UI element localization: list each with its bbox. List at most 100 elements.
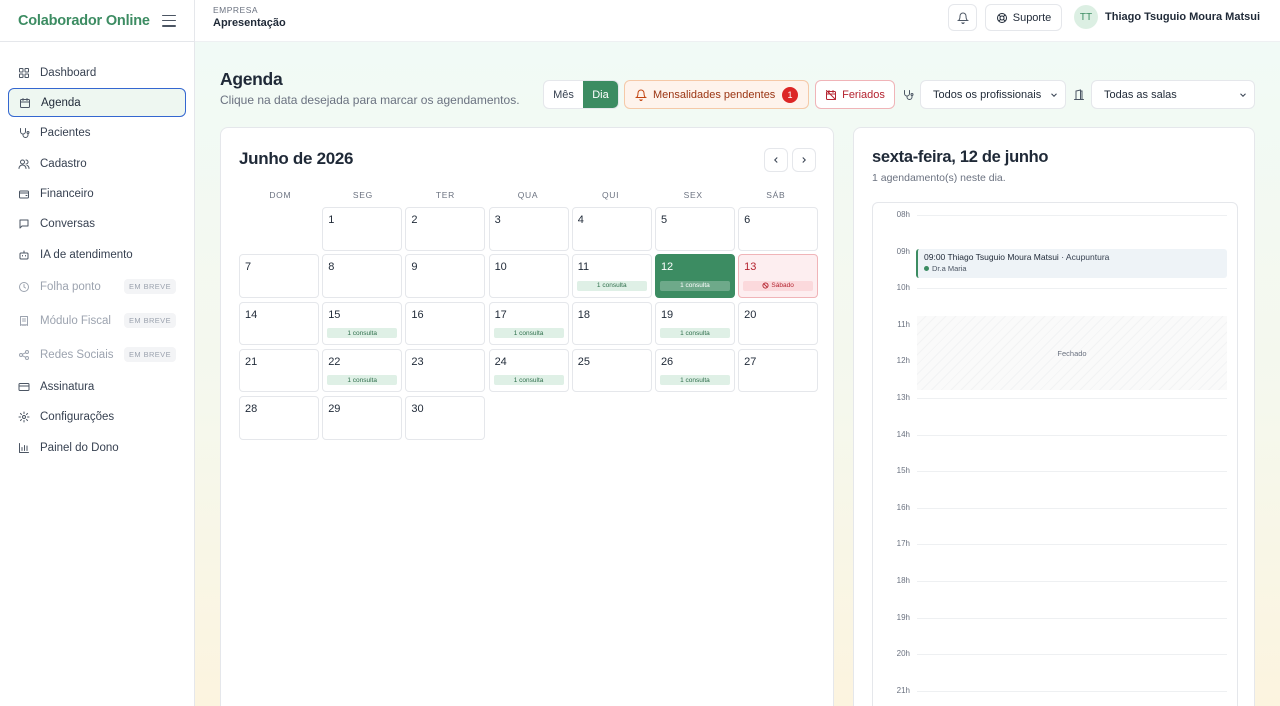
hamburger-menu-icon[interactable]	[162, 14, 176, 27]
day-number: 13	[744, 261, 757, 274]
sidebar-item-label: IA de atendimento	[40, 248, 133, 261]
previous-month-button[interactable]	[764, 148, 788, 172]
users-icon	[18, 158, 30, 170]
calendar-day-cell[interactable]: 25	[571, 348, 652, 393]
pending-fees-button[interactable]: Mensalidades pendentes 1	[624, 80, 809, 109]
appointment-block[interactable]: 09:00 Thiago Tsuguio Moura Matsui · Acup…	[916, 249, 1227, 278]
day-number: 23	[411, 355, 424, 368]
share-icon	[18, 349, 30, 361]
calendar-day-cell[interactable]: 26 1 consulta	[654, 348, 735, 393]
holidays-button[interactable]: Feriados	[815, 80, 895, 109]
calendar-day-cell[interactable]: 1	[322, 207, 403, 251]
hour-gridline	[917, 434, 1227, 436]
sidebar-item-modulo-fiscal[interactable]: Módulo Fiscal EM BREVE	[8, 305, 186, 338]
notifications-button[interactable]	[948, 4, 977, 31]
calendar-day-cell[interactable]: 2	[405, 207, 486, 251]
sidebar-item-folha-ponto[interactable]: Folha ponto EM BREVE	[8, 271, 186, 304]
brand-logo-text[interactable]: Colaborador Online	[18, 13, 150, 29]
calendar-day-cell[interactable]: 5	[654, 207, 735, 251]
day-number: 16	[411, 308, 424, 321]
sidebar-item-label: Redes Sociais	[40, 348, 114, 361]
professional-filter-select[interactable]: Todos os profissionais	[920, 80, 1066, 109]
day-badge: Sábado	[743, 280, 814, 291]
sidebar-item-dashboard[interactable]: Dashboard	[8, 58, 186, 87]
sidebar-item-assinatura[interactable]: Assinatura	[8, 372, 186, 401]
day-badge: 1 consulta	[659, 375, 730, 386]
day-number: 28	[245, 403, 258, 416]
calendar-day-cell[interactable]: 23	[405, 348, 486, 393]
sidebar-item-label: Financeiro	[40, 188, 94, 201]
sidebar-item-cadastro[interactable]: Cadastro	[8, 149, 186, 178]
bar-chart-icon	[18, 442, 30, 454]
calendar-day-cell[interactable]: 14	[239, 301, 319, 346]
room-filter-select[interactable]: Todas as salas	[1091, 80, 1255, 109]
gear-icon	[18, 411, 30, 423]
calendar-day-cell[interactable]: 20	[738, 301, 819, 346]
hour-gridline	[917, 690, 1227, 692]
sidebar-item-label: Conversas	[40, 218, 95, 231]
next-month-button[interactable]	[792, 148, 816, 172]
view-toggle: Mês Dia	[543, 80, 619, 109]
hour-label: 13h	[896, 393, 910, 402]
day-number: 10	[494, 261, 507, 274]
view-month-button[interactable]: Mês	[544, 81, 583, 108]
calendar-day-cell[interactable]: 24 1 consulta	[488, 348, 569, 393]
calendar-day-cell[interactable]: 29	[322, 396, 403, 440]
dashboard-icon	[18, 67, 30, 79]
weekday-label: SÁB	[766, 190, 786, 200]
support-button[interactable]: Suporte	[985, 4, 1062, 31]
sidebar-item-conversas[interactable]: Conversas	[8, 210, 186, 239]
calendar-day-cell[interactable]: 8	[322, 254, 403, 298]
day-number: 20	[744, 308, 757, 321]
sidebar-item-ia-de-atendimento[interactable]: IA de atendimento	[8, 240, 186, 269]
calendar-day-cell[interactable]: 15 1 consulta	[322, 301, 403, 346]
view-day-button[interactable]: Dia	[583, 81, 618, 108]
holidays-label: Feriados	[842, 88, 885, 101]
day-number: 1	[328, 214, 335, 226]
sidebar-item-painel-do-dono[interactable]: Painel do Dono	[8, 433, 186, 462]
calendar-day-cell[interactable]: 30	[405, 396, 486, 440]
day-badge-text: 1 consulta	[513, 376, 544, 384]
day-timeline: 21h 20h 19h 18h 17h 16h 15h 14h 13h 12h 11h 10h 09h 0…	[872, 202, 1238, 706]
calendar-day-cell[interactable]: 17 1 consulta	[488, 301, 569, 346]
calendar-day-cell[interactable]: 21	[239, 348, 319, 393]
appointment-professional-row: Dr.a Maria	[924, 264, 1221, 273]
sidebar: Colaborador Online Dashboard Agenda Pacien…	[0, 0, 195, 706]
calendar-day-cell[interactable]: 6	[738, 207, 819, 251]
sidebar-item-redes-sociais[interactable]: Redes Sociais EM BREVE	[8, 339, 186, 372]
calendar-card: Junho de 2026 DOM SEG TER QUA QUI SEX SÁB 1234…	[220, 127, 834, 706]
sidebar-item-financeiro[interactable]: Financeiro	[8, 180, 186, 209]
day-number: 21	[245, 355, 258, 368]
calendar-day-cell[interactable]: 10	[488, 254, 569, 298]
day-badge-text: 1 consulta	[513, 329, 544, 337]
day-number: 8	[328, 261, 335, 274]
calendar-icon	[19, 97, 31, 109]
calendar-day-cell[interactable]: 13 Sábado	[738, 254, 819, 298]
calendar-day-cell[interactable]: 16	[405, 301, 486, 346]
chevron-down-icon	[1051, 93, 1057, 97]
day-badge-text: Sábado	[771, 282, 794, 290]
calendar-day-cell[interactable]: 9	[405, 254, 486, 298]
bot-icon	[18, 249, 30, 261]
calendar-day-cell[interactable]: 11 1 consulta	[571, 254, 652, 298]
sidebar-item-agenda[interactable]: Agenda	[8, 88, 186, 118]
weekday-label: QUA	[517, 190, 539, 200]
day-number: 29	[328, 403, 341, 416]
pending-count-badge: 1	[782, 87, 798, 103]
calendar-day-cell[interactable]: 19 1 consulta	[654, 301, 735, 346]
sidebar-item-configuracoes[interactable]: Configurações	[8, 403, 186, 432]
calendar-day-cell[interactable]: 12 1 consulta	[654, 254, 735, 298]
calendar-day-cell[interactable]: 22 1 consulta	[322, 348, 403, 393]
calendar-day-cell[interactable]: 3	[488, 207, 569, 251]
user-menu[interactable]: TT Thiago Tsuguio Moura Matsui	[1074, 5, 1260, 29]
calendar-day-cell[interactable]: 4	[571, 207, 652, 251]
calendar-day-cell[interactable]: 7	[239, 254, 319, 298]
hour-gridline	[917, 654, 1227, 656]
calendar-grid: 1 2 3 4 5 6 7 8 9 10 11 1 consulta 12 1 consulta 13 Sáb…	[239, 207, 819, 440]
calendar-day-cell[interactable]: 27	[738, 348, 819, 393]
sidebar-item-pacientes[interactable]: Pacientes	[8, 119, 186, 148]
calendar-day-cell[interactable]: 28	[239, 396, 319, 440]
company-selector[interactable]: EMPRESA Apresentação	[213, 5, 286, 29]
day-number: 9	[411, 261, 418, 274]
calendar-day-cell[interactable]: 18	[571, 301, 652, 346]
